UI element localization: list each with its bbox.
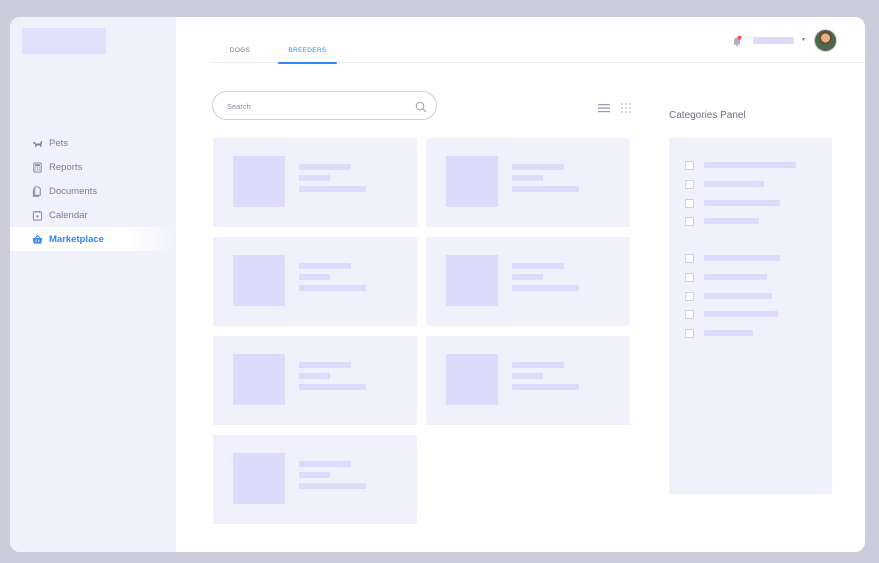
sidebar-item-label: Reports	[49, 161, 83, 173]
category-filter[interactable]	[685, 179, 764, 189]
card-text-line	[299, 263, 351, 269]
card-thumbnail	[233, 453, 285, 504]
card-text-line	[299, 461, 351, 467]
sidebar-item-label: Marketplace	[49, 233, 104, 245]
category-label	[704, 293, 772, 299]
logo	[22, 28, 106, 54]
category-filter[interactable]	[685, 328, 753, 338]
documents-icon	[32, 185, 43, 197]
user-area: ▼	[731, 28, 837, 52]
category-checkbox[interactable]	[685, 253, 694, 263]
category-checkbox[interactable]	[685, 179, 694, 189]
card-text-line	[512, 274, 543, 280]
category-label	[704, 200, 780, 206]
card-text-line	[299, 175, 330, 181]
breeder-card[interactable]	[213, 138, 417, 227]
breeder-card[interactable]	[213, 336, 417, 425]
card-text-line	[299, 472, 330, 478]
category-label	[704, 218, 759, 224]
category-checkbox[interactable]	[685, 272, 694, 282]
card-thumbnail	[446, 255, 498, 306]
card-text-line	[512, 285, 579, 291]
card-text-line	[512, 164, 564, 170]
category-checkbox[interactable]	[685, 309, 694, 319]
categories-panel	[669, 138, 832, 494]
breeder-card[interactable]	[426, 237, 630, 326]
sidebar-item-documents[interactable]: Documents	[10, 179, 176, 203]
category-label	[704, 274, 767, 280]
sidebar-item-calendar[interactable]: Calendar	[10, 203, 176, 227]
card-text-line	[299, 483, 366, 489]
sidebar-item-label: Pets	[49, 137, 69, 149]
category-label	[704, 162, 796, 168]
card-thumbnail	[233, 354, 285, 405]
category-checkbox[interactable]	[685, 291, 694, 301]
category-checkbox[interactable]	[685, 160, 694, 170]
breeder-card[interactable]	[213, 435, 417, 524]
category-filter[interactable]	[685, 291, 772, 301]
breeder-card[interactable]	[213, 237, 417, 326]
category-filter[interactable]	[685, 309, 778, 319]
card-thumbnail	[446, 156, 498, 207]
view-toggle	[598, 101, 632, 113]
chevron-down-icon[interactable]: ▼	[801, 37, 806, 43]
calculator-icon	[32, 161, 43, 173]
category-label	[704, 311, 778, 317]
card-thumbnail	[446, 354, 498, 405]
category-filter[interactable]	[685, 253, 780, 263]
card-thumbnail	[233, 156, 285, 207]
breeder-card[interactable]	[426, 138, 630, 227]
category-label	[704, 255, 780, 261]
dog-icon	[32, 138, 43, 149]
category-filter[interactable]	[685, 160, 796, 170]
category-checkbox[interactable]	[685, 198, 694, 208]
basket-icon	[32, 234, 43, 245]
sidebar: Pets Reports Documents Calendar Marketpl…	[10, 17, 176, 552]
breeder-card[interactable]	[426, 336, 630, 425]
category-filter[interactable]	[685, 198, 780, 208]
card-text-line	[299, 164, 351, 170]
card-text-line	[512, 263, 564, 269]
grid-view-icon[interactable]	[620, 101, 632, 113]
search-box	[212, 91, 437, 120]
sidebar-item-marketplace[interactable]: Marketplace	[10, 227, 176, 251]
app-window: Pets Reports Documents Calendar Marketpl…	[10, 17, 865, 552]
card-text-line	[512, 175, 543, 181]
sidebar-item-label: Documents	[49, 185, 98, 197]
list-view-icon[interactable]	[598, 101, 610, 113]
tab-dogs[interactable]: DOGS	[226, 45, 254, 63]
sidebar-item-reports[interactable]: Reports	[10, 155, 176, 179]
card-text-line	[512, 186, 579, 192]
categories-panel-title: Categories Panel	[669, 110, 746, 121]
avatar[interactable]	[814, 28, 837, 52]
card-text-line	[299, 285, 366, 291]
category-filter[interactable]	[685, 272, 767, 282]
category-checkbox[interactable]	[685, 328, 694, 338]
category-filter[interactable]	[685, 216, 759, 226]
card-text-line	[512, 373, 543, 379]
sidebar-item-pets[interactable]: Pets	[10, 131, 176, 155]
card-thumbnail	[233, 255, 285, 306]
category-label	[704, 181, 764, 187]
sidebar-item-label: Calendar	[49, 209, 88, 221]
card-text-line	[299, 186, 366, 192]
card-text-line	[299, 373, 330, 379]
search-icon[interactable]	[415, 100, 427, 113]
calendar-icon	[32, 210, 43, 221]
card-text-line	[512, 362, 564, 368]
user-name-placeholder[interactable]	[753, 36, 795, 44]
search-input[interactable]	[227, 100, 407, 112]
sidebar-nav: Pets Reports Documents Calendar Marketpl…	[10, 131, 176, 251]
card-text-line	[299, 384, 366, 390]
card-text-line	[512, 384, 579, 390]
card-text-line	[299, 362, 351, 368]
card-text-line	[299, 274, 330, 280]
bell-icon[interactable]	[731, 34, 743, 47]
category-label	[704, 330, 753, 336]
tab-breeders[interactable]: BREEDERS	[278, 45, 337, 64]
category-checkbox[interactable]	[685, 216, 694, 226]
